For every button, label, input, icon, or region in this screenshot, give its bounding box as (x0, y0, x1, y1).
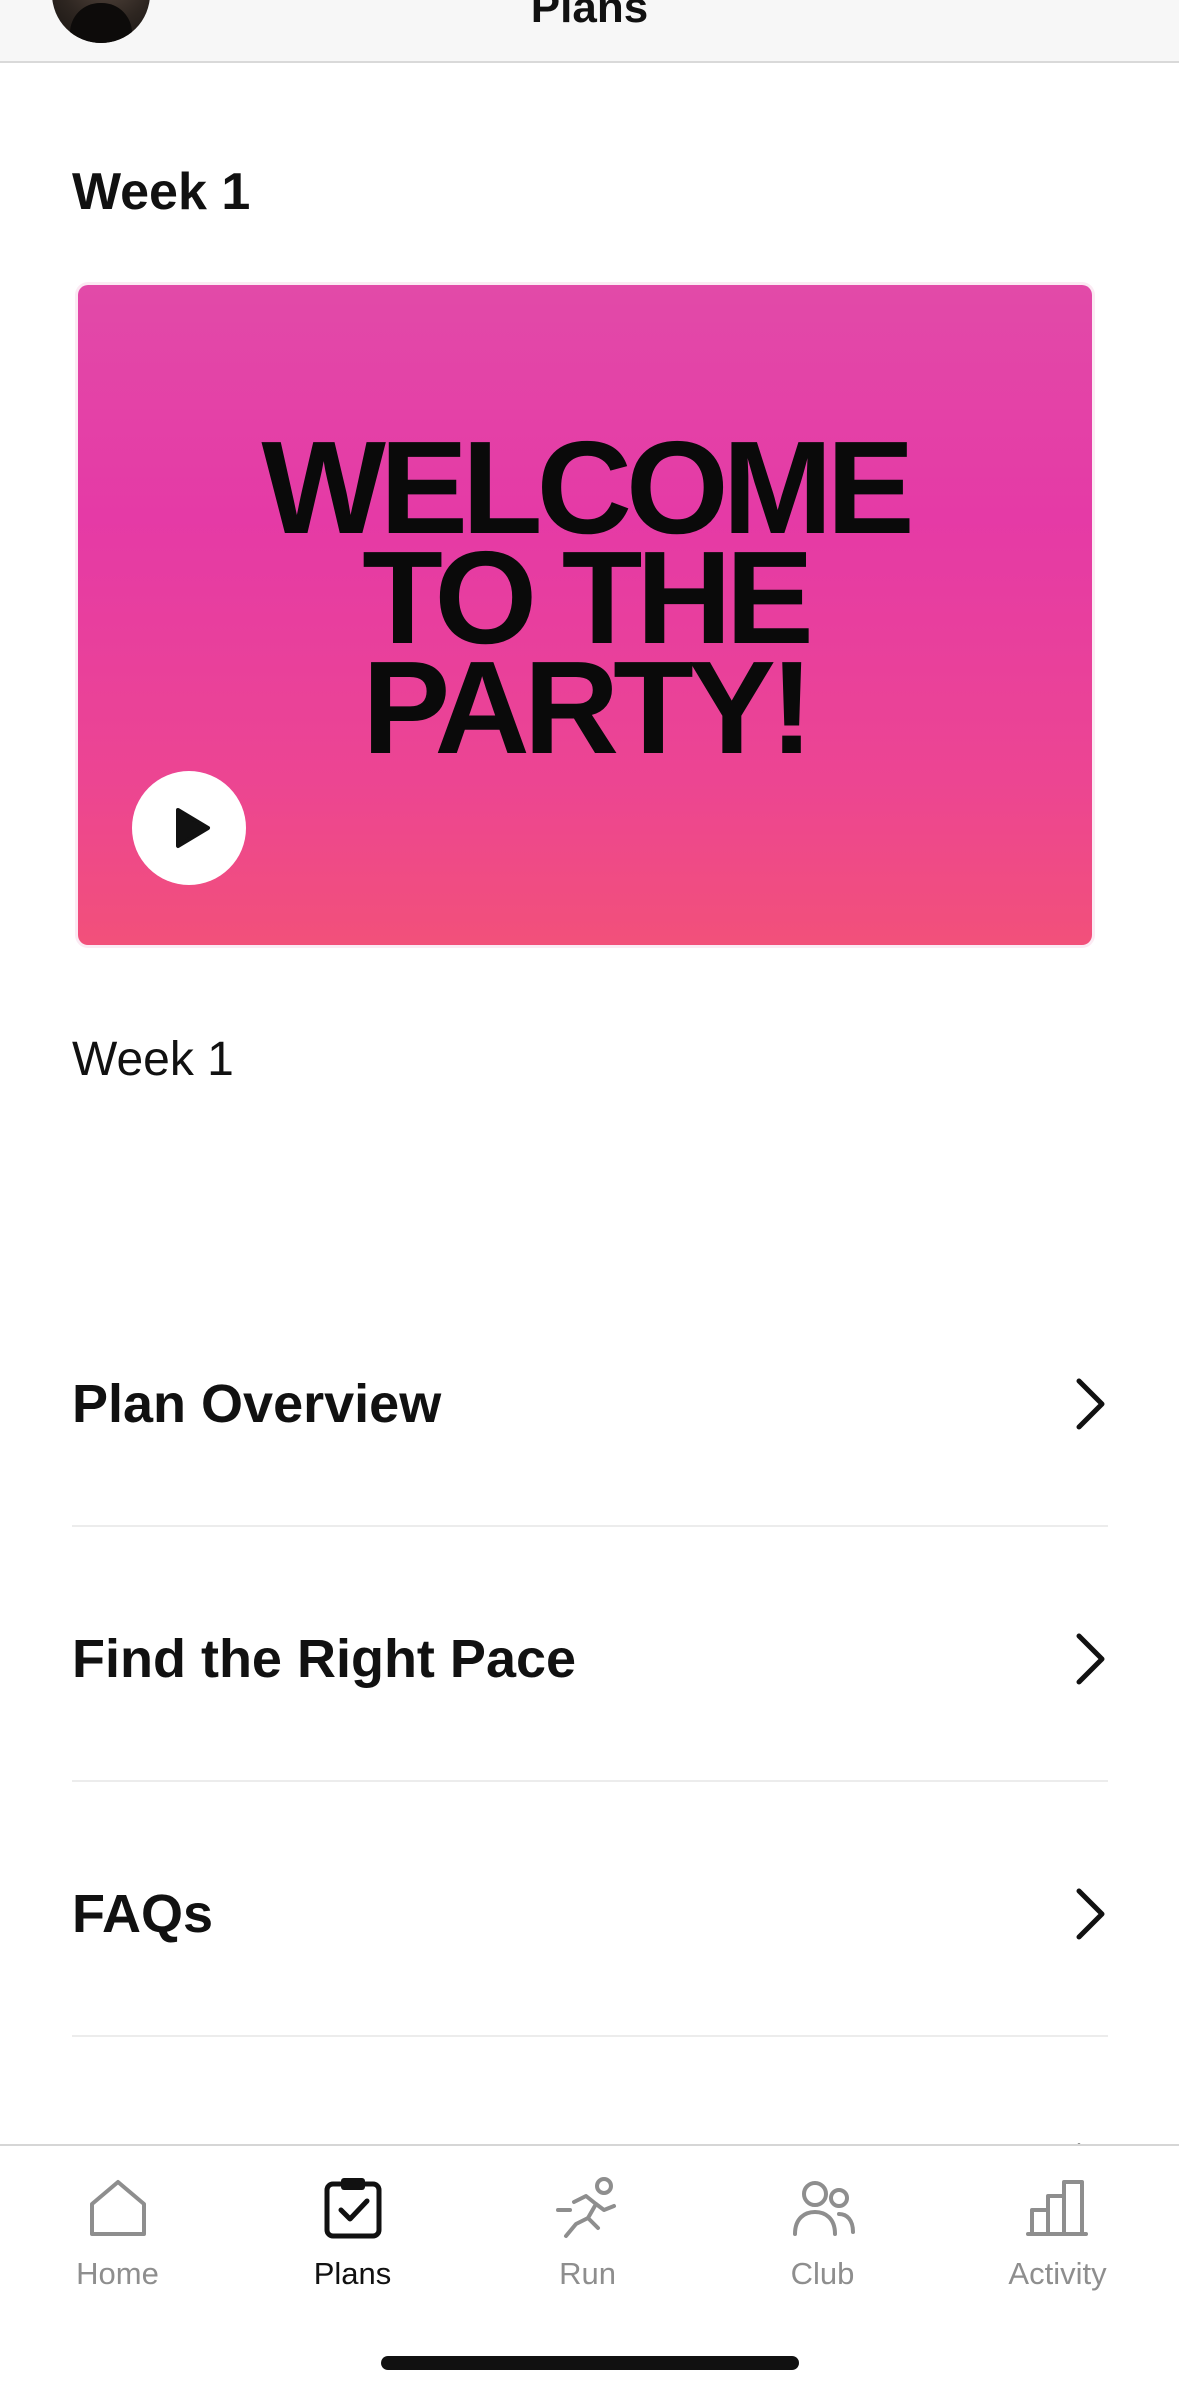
play-button[interactable] (132, 771, 246, 885)
section-title: Week 1 (72, 163, 251, 221)
tab-activity[interactable]: Activity (940, 2172, 1175, 2302)
tab-label: Home (76, 2256, 159, 2291)
video-line: PARTY! (362, 634, 814, 781)
list-item-faqs[interactable]: FAQs (72, 1782, 1108, 2037)
list-item-label: Plan Overview (72, 1374, 442, 1434)
tab-label: Plans (313, 2256, 392, 2291)
home-icon (89, 2180, 146, 2236)
tab-label: Run (559, 2256, 616, 2291)
chevron-right-icon (1076, 1888, 1105, 1940)
tab-club[interactable]: Club (705, 2172, 940, 2302)
plans-screen: Plans Week 1 WELCOME TO THE PARTY! Week … (0, 0, 1179, 2396)
list-item-find-the-right-pace[interactable]: Find the Right Pace (72, 1527, 1108, 1782)
video-card[interactable]: WELCOME TO THE PARTY! (78, 285, 1092, 945)
video-caption: Week 1 (72, 1033, 234, 1086)
tab-label: Activity (1008, 2256, 1107, 2291)
clipboard-check-icon (324, 2178, 381, 2239)
runner-icon (555, 2177, 616, 2238)
video-thumbnail-text: WELCOME TO THE PARTY! (78, 422, 1092, 781)
list-item-plan-overview[interactable]: Plan Overview (72, 1272, 1108, 1527)
plan-links-list: Plan Overview Find the Right Pace FAQs (72, 1272, 1108, 2290)
list-item-label: Find the Right Pace (72, 1629, 577, 1689)
page-title: Plans (530, 0, 649, 32)
tab-label: Club (790, 2256, 855, 2291)
tab-run[interactable]: Run (470, 2172, 705, 2302)
play-icon (176, 808, 210, 848)
chevron-right-icon (1076, 1633, 1105, 1685)
tab-plans[interactable]: Plans (235, 2172, 470, 2302)
chevron-right-icon (1076, 1378, 1105, 1430)
home-indicator (381, 2356, 799, 2370)
tab-home[interactable]: Home (0, 2172, 235, 2302)
top-nav-bar: Plans (0, 0, 1179, 63)
list-item-label: FAQs (72, 1884, 214, 1944)
bar-chart-icon (1025, 2180, 1088, 2236)
people-icon (792, 2181, 855, 2236)
